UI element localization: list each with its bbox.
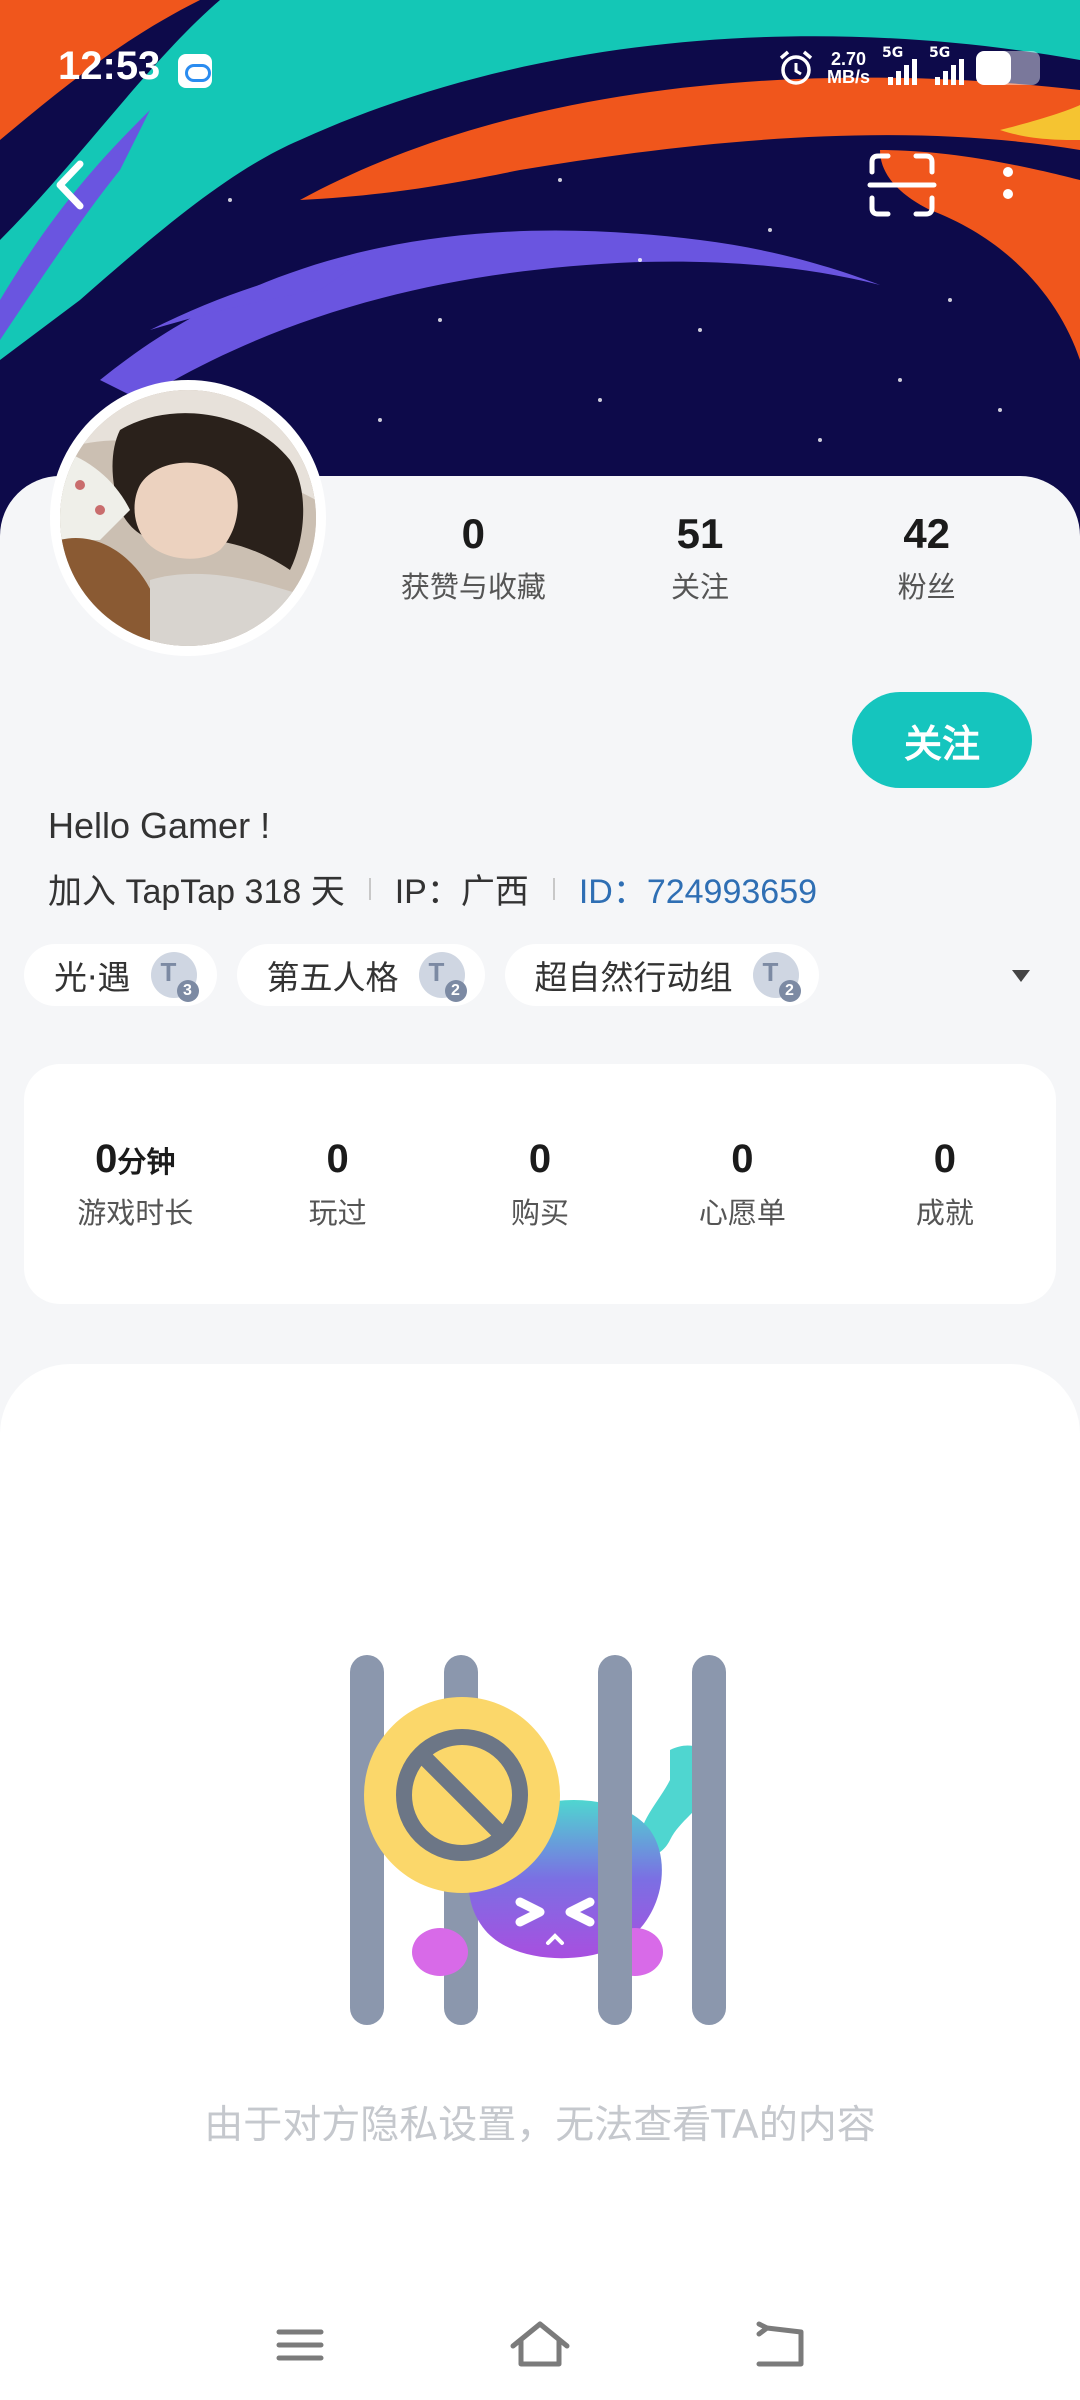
level-badge-number: 2 — [444, 980, 467, 1002]
user-id[interactable]: ID：724993659 — [579, 864, 817, 913]
level-badge-icon: T 2 — [752, 952, 801, 1002]
stat-likes-label: 获赞与收藏 — [400, 570, 546, 604]
level-badge-letter: T — [160, 957, 177, 987]
privacy-blocked-illustration — [350, 1655, 726, 2025]
stat-playtime-label: 游戏时长 — [77, 1195, 194, 1230]
stat-played-label: 玩过 — [308, 1195, 367, 1230]
stat-purchased-value: 0 — [528, 1136, 552, 1181]
sim1-label: 5G — [882, 45, 904, 61]
meta-divider — [552, 877, 555, 900]
ip-location: IP：广西 — [394, 873, 529, 911]
stat-followers-value: 42 — [903, 510, 951, 557]
stat-purchased[interactable]: 0 购买 — [439, 1137, 641, 1232]
more-vertical-icon[interactable] — [990, 158, 1026, 218]
network-speed: 2.70 MB/s — [827, 50, 870, 86]
level-badge-icon: T 2 — [418, 952, 467, 1002]
cloud-app-icon — [178, 54, 212, 88]
profile-stats: 0 获赞与收藏 51 关注 42 粉丝 — [360, 510, 1040, 606]
game-tag[interactable]: 第五人格 T 2 — [236, 944, 485, 1006]
stat-purchased-label: 购买 — [511, 1195, 570, 1230]
menu-icon[interactable] — [265, 2310, 335, 2380]
avatar[interactable] — [50, 380, 326, 656]
stat-following-label: 关注 — [671, 570, 730, 604]
caret-down-icon[interactable] — [1012, 970, 1030, 982]
signal-sim2-icon: 5G — [929, 45, 964, 85]
profile-bio: Hello Gamer ! — [48, 805, 271, 846]
stat-followers-label: 粉丝 — [897, 570, 956, 604]
network-speed-value: 2.70 — [830, 49, 867, 69]
game-tag-name: 超自然行动组 — [534, 958, 733, 997]
scan-icon[interactable] — [866, 150, 938, 220]
stat-played-value: 0 — [326, 1136, 349, 1181]
stat-playtime[interactable]: 0分钟 游戏时长 — [34, 1137, 236, 1232]
avatar-photo — [60, 390, 316, 646]
profile-meta: 加入 TapTap 318 天 IP：广西 ID：724993659 — [48, 864, 817, 913]
meta-divider — [368, 877, 371, 900]
game-tag[interactable]: 光·遇 T 3 — [24, 944, 217, 1006]
stat-followers[interactable]: 42 粉丝 — [813, 510, 1040, 606]
join-days: 加入 TapTap 318 天 — [48, 873, 345, 911]
level-badge-number: 2 — [778, 980, 801, 1002]
back-arrow-icon[interactable] — [745, 2310, 815, 2380]
stat-wishlist-label: 心愿单 — [698, 1195, 786, 1230]
avatar-image — [60, 390, 316, 646]
game-stats-card: 0分钟 游戏时长 0 玩过 0 购买 0 心愿单 0 成就 — [24, 1064, 1056, 1304]
follow-button[interactable]: 关注 — [852, 692, 1032, 788]
stat-following-value: 51 — [676, 510, 724, 557]
profile-screen: 12:53 2.70 MB/s 5G 5G 0 获赞与收藏 51 关注 42 粉… — [0, 0, 1080, 2400]
signal-sim1-icon: 5G — [882, 45, 917, 85]
level-badge-number: 3 — [176, 980, 199, 1002]
status-bar: 12:53 2.70 MB/s 5G 5G — [0, 0, 1080, 140]
stat-wishlist-value: 0 — [731, 1136, 754, 1181]
battery-icon — [976, 51, 1040, 85]
status-indicators: 2.70 MB/s 5G 5G — [777, 45, 1040, 90]
network-speed-unit: MB/s — [826, 67, 870, 87]
stat-achievements-value: 0 — [933, 1136, 956, 1181]
stat-playtime-value: 0分钟 — [95, 1136, 176, 1181]
privacy-message: 由于对方隐私设置，无法查看TA的内容 — [204, 2103, 876, 2148]
level-badge-letter: T — [762, 957, 779, 987]
game-tag[interactable]: 超自然行动组 T 2 — [504, 944, 819, 1006]
chevron-left-icon[interactable] — [44, 150, 104, 220]
stat-achievements[interactable]: 0 成就 — [844, 1137, 1046, 1232]
game-tag-name: 第五人格 — [266, 958, 399, 997]
alarm-clock-icon — [779, 50, 813, 85]
stat-played[interactable]: 0 玩过 — [236, 1137, 438, 1232]
system-nav-bar — [0, 2300, 1080, 2400]
stat-achievements-label: 成就 — [915, 1195, 974, 1230]
game-tags: 光·遇 T 3 第五人格 T 2 超自然行动组 T 2 — [24, 944, 819, 1006]
stat-likes-value: 0 — [461, 510, 486, 557]
sim2-label: 5G — [929, 45, 951, 61]
stat-wishlist[interactable]: 0 心愿单 — [641, 1137, 843, 1232]
battery-level — [976, 51, 1012, 85]
stat-likes[interactable]: 0 获赞与收藏 — [360, 510, 587, 606]
level-badge-letter: T — [428, 957, 445, 987]
stat-following[interactable]: 51 关注 — [587, 510, 814, 606]
home-icon[interactable] — [505, 2310, 575, 2380]
game-tag-name: 光·遇 — [54, 958, 131, 997]
status-time: 12:53 — [58, 44, 161, 88]
level-badge-icon: T 3 — [150, 952, 199, 1002]
